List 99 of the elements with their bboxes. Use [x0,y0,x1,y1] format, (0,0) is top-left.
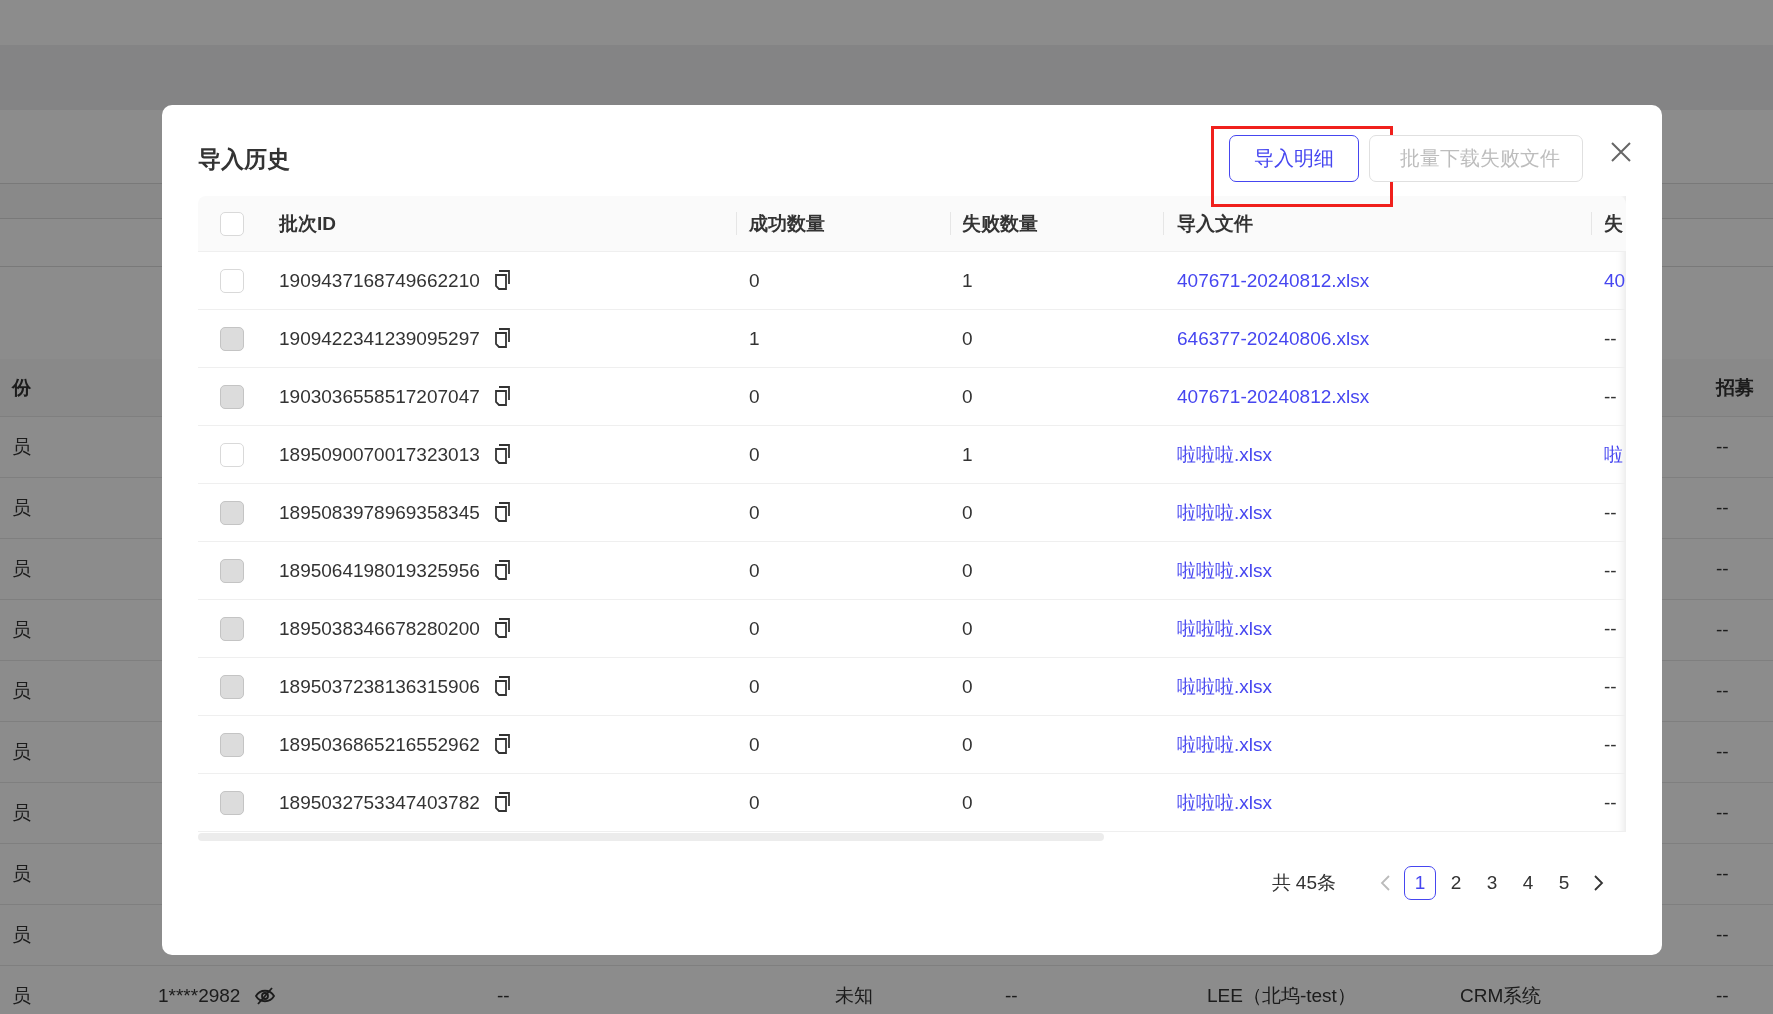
copy-icon[interactable] [493,618,511,639]
table-cell: -- [1716,619,1729,641]
batch-id: 1895032753347403782 [279,791,480,814]
dialog-title: 导入历史 [198,145,291,174]
table-cell: 0 [749,675,760,698]
column-header: 失败数量 [962,211,1038,236]
total-count: 共 45条 [1271,871,1336,895]
copy-icon[interactable] [493,560,511,581]
batch-id: 1895038346678280200 [279,617,480,640]
batch-id: 1895064198019325956 [279,559,480,582]
table-cell: 0 [749,617,760,640]
table-cell: 0 [749,443,760,466]
file-link[interactable]: 啦 [1604,441,1623,468]
table-cell-text: 员 [12,435,31,459]
table-cell: 1 [962,443,973,466]
table-cell-text: 员 [12,618,31,642]
table-cell: -- [1604,327,1617,350]
table-cell: -- [1716,985,1729,1007]
column-header: 批次ID [279,211,336,236]
table-cell: -- [1716,558,1729,580]
file-link[interactable]: 40 [1604,269,1626,292]
copy-icon[interactable] [493,734,511,755]
batch-id: 1895090070017323013 [279,443,480,466]
batch-id: 1903036558517207047 [279,385,480,408]
file-link[interactable]: 407671-20240812.xlsx [1177,269,1370,292]
table-cell: -- [497,985,510,1007]
page-button[interactable]: 3 [1476,866,1508,900]
table-cell-text: 员 [12,984,31,1008]
table-cell: -- [1716,497,1729,519]
table-cell: -- [1604,385,1617,408]
table-cell-text: CRM系统 [1460,984,1542,1008]
table-cell: -- [1604,733,1617,756]
column-header: 招募 [1716,375,1754,400]
copy-icon[interactable] [493,270,511,291]
column-header: 成功数量 [749,211,825,236]
file-link[interactable]: 啦啦啦.xlsx [1177,441,1272,468]
copy-icon[interactable] [493,502,511,523]
table-cell: 1 [962,269,973,292]
table-cell: 0 [962,617,973,640]
table-cell: 1 [749,327,760,350]
table-cell-text: 员 [12,862,31,886]
batch-id: 1895083978969358345 [279,501,480,524]
batch-id: 1895037238136315906 [279,675,480,698]
table-cell: -- [1604,501,1617,524]
table-cell: 0 [749,501,760,524]
import-details-button[interactable]: 导入明细 [1229,135,1359,182]
table-cell: -- [1604,617,1617,640]
table-cell: 0 [962,559,973,582]
table-cell: 0 [962,327,973,350]
page-button[interactable]: 5 [1548,866,1580,900]
table-cell: -- [1716,436,1729,458]
table-cell: -- [1604,675,1617,698]
chevron-right-icon[interactable] [1593,874,1605,892]
table-cell: 0 [962,733,973,756]
table-cell: 0 [749,559,760,582]
close-icon[interactable] [1610,141,1632,163]
table-cell: 0 [962,385,973,408]
batch-id: 1909422341239095297 [279,327,480,350]
copy-icon[interactable] [493,328,511,349]
checkbox[interactable] [220,268,244,293]
table-cell-text: 员 [12,801,31,825]
table-cell: -- [1716,863,1729,885]
table-cell: -- [1604,559,1617,582]
table-cell: -- [1716,802,1729,824]
copy-icon[interactable] [493,792,511,813]
column-header: 失 [1604,211,1623,236]
table-cell: 0 [962,501,973,524]
column-header: 份 [12,375,31,400]
table-cell-text: 员 [12,496,31,520]
table-cell-text: LEE（北坞-test） [1207,984,1356,1008]
table-cell-text: 员 [12,740,31,764]
table-cell-text: 员 [12,923,31,947]
table-cell: 0 [749,385,760,408]
table-cell: 0 [749,791,760,814]
table-cell: 0 [749,733,760,756]
page-button[interactable]: 1 [1404,866,1436,900]
table-cell: 0 [962,675,973,698]
table-cell: 0 [962,791,973,814]
page-button[interactable]: 4 [1512,866,1544,900]
table-cell: -- [1716,680,1729,702]
copy-icon[interactable] [493,444,511,465]
table-cell: -- [1716,741,1729,763]
table-cell: -- [1716,924,1729,946]
table-cell-text: 员 [12,679,31,703]
copy-icon[interactable] [493,676,511,697]
table-cell: -- [1005,985,1018,1007]
checkbox[interactable] [220,442,244,467]
batch-id: 1895036865216552962 [279,733,480,756]
batch-id: 1909437168749662210 [279,269,480,292]
table-cell-text: 员 [12,557,31,581]
column-header: 导入文件 [1177,211,1253,236]
table-cell: 1****2982 [158,985,241,1007]
copy-icon[interactable] [493,386,511,407]
table-cell-text: 未知 [835,984,873,1008]
table-cell: -- [1604,791,1617,814]
checkbox[interactable] [220,211,244,236]
table-cell: 0 [749,269,760,292]
eye-slash-icon[interactable] [254,986,277,1006]
page-button[interactable]: 2 [1440,866,1472,900]
